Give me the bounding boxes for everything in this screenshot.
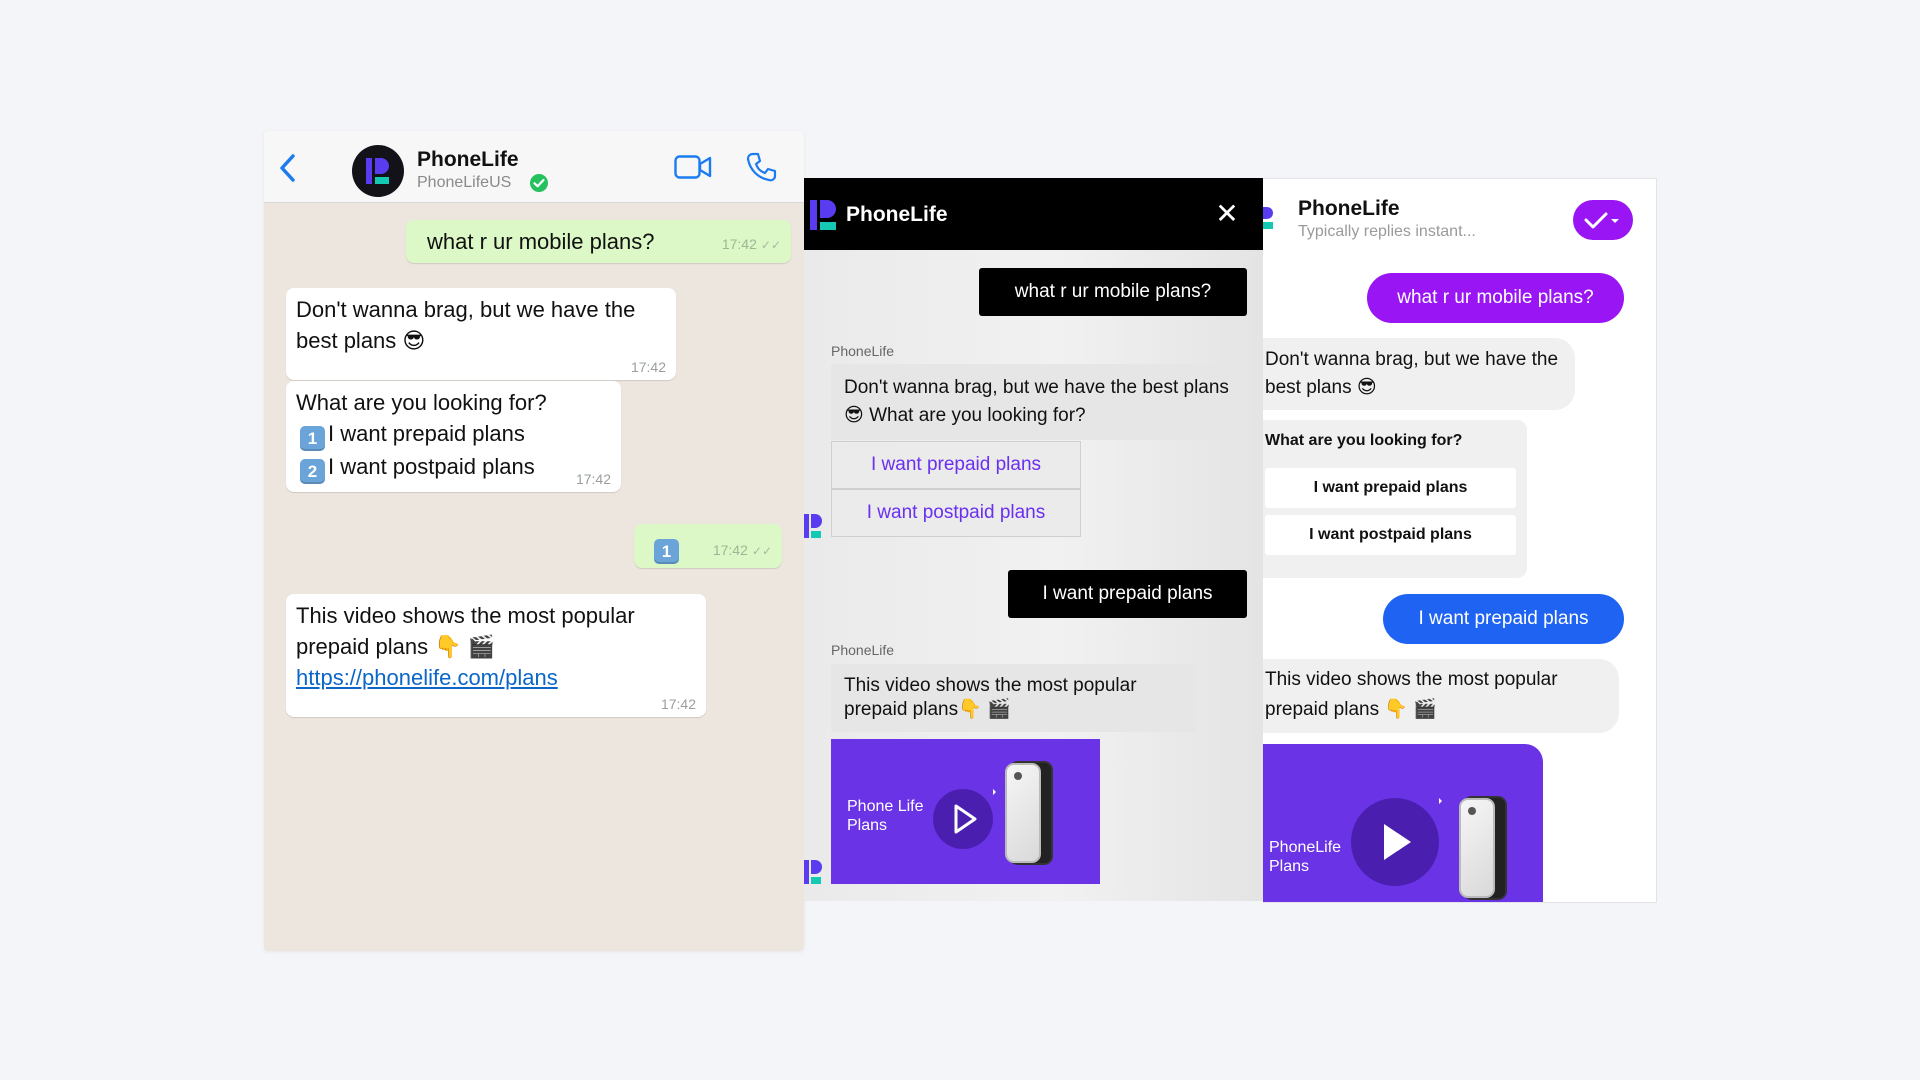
message-time: 17:42	[712, 542, 748, 558]
message-bubble-incoming: What are you looking for? 1I want prepai…	[286, 381, 621, 492]
phone-call-icon[interactable]	[745, 151, 777, 183]
read-ticks-icon: ✓✓	[760, 238, 781, 252]
page-name: PhoneLife	[1298, 197, 1400, 220]
quick-reply-prepaid[interactable]: I want prepaid plans	[831, 441, 1081, 489]
phonelife-logo-icon	[810, 200, 836, 230]
bot-message: This video shows the most popular prepai…	[831, 664, 1196, 732]
phonelife-logo-icon	[1263, 207, 1273, 229]
quick-reply-prepaid[interactable]: I want prepaid plans	[1265, 468, 1516, 508]
message-text: what r ur mobile plans?	[427, 229, 655, 254]
question-text: What are you looking for?	[1265, 432, 1463, 449]
whatsapp-header: PhoneLife PhoneLifeUS	[264, 131, 804, 203]
bot-message: Don't wanna brag, but we have the best p…	[1263, 338, 1575, 410]
read-ticks-icon: ✓✓	[751, 544, 772, 558]
avatar[interactable]	[352, 145, 404, 197]
message-time: 17:42	[660, 696, 696, 712]
plans-link[interactable]: https://phonelife.com/plans	[296, 665, 558, 690]
message-time: 17:42	[575, 471, 611, 487]
phone-image	[1459, 798, 1495, 898]
sender-label: PhoneLife	[831, 642, 895, 658]
message-text: What are you looking for?	[296, 390, 547, 415]
video-thumbnail[interactable]: Phone Life Plans	[831, 739, 1100, 884]
check-dropdown-icon	[1584, 212, 1619, 229]
check-dropdown-button[interactable]	[1573, 200, 1633, 240]
keycap-one-icon: 1	[300, 426, 325, 451]
contact-name: PhoneLife	[417, 148, 519, 171]
webchat-header: PhoneLife ✕	[804, 178, 1263, 250]
whatsapp-chat-panel: PhoneLife PhoneLifeUS what r ur mobile p…	[264, 131, 804, 951]
reply-status: Typically replies instant...	[1298, 223, 1476, 240]
message-bubble-outgoing: what r ur mobile plans? 17:42 ✓✓	[406, 220, 791, 263]
user-message: I want prepaid plans	[1008, 570, 1247, 618]
quick-reply-postpaid[interactable]: I want postpaid plans	[831, 489, 1081, 537]
option-text: I want prepaid plans	[328, 421, 525, 446]
webchat-panel: PhoneLife ✕ what r ur mobile plans? Phon…	[804, 178, 1263, 901]
user-message: what r ur mobile plans?	[1367, 273, 1624, 323]
contact-handle: PhoneLifeUS	[417, 174, 512, 191]
phone-image	[1005, 763, 1041, 863]
play-icon[interactable]	[1351, 798, 1442, 886]
close-icon[interactable]: ✕	[1213, 200, 1241, 228]
video-thumbnail[interactable]: PhoneLife Plans	[1263, 744, 1543, 902]
video-call-icon[interactable]	[674, 155, 712, 179]
messenger-panel: PhoneLife Typically replies instant... w…	[1263, 178, 1657, 903]
verified-icon	[530, 174, 548, 192]
user-message: I want prepaid plans	[1383, 594, 1624, 644]
message-text: Don't wanna brag, but we have the best p…	[296, 297, 636, 353]
message-bubble-incoming: Don't wanna brag, but we have the best p…	[286, 288, 676, 380]
phonelife-logo-icon	[366, 158, 389, 184]
message-bubble-incoming: This video shows the most popular prepai…	[286, 594, 706, 717]
play-icon[interactable]	[933, 789, 996, 849]
video-label: PhoneLife	[1269, 839, 1342, 856]
message-time: 17:42	[721, 236, 757, 252]
bot-avatar-icon	[804, 514, 822, 538]
message-text: This video shows the most popular prepai…	[296, 603, 635, 659]
video-label: Phone Life	[847, 798, 924, 815]
keycap-two-icon: 2	[300, 459, 325, 484]
quick-reply-postpaid[interactable]: I want postpaid plans	[1265, 515, 1516, 555]
message-time: 17:42	[630, 359, 666, 375]
message-bubble-outgoing: 1 17:42 ✓✓	[634, 524, 782, 568]
webchat-title: PhoneLife	[846, 203, 948, 226]
user-message: what r ur mobile plans?	[979, 268, 1247, 316]
sender-label: PhoneLife	[831, 343, 895, 359]
back-chevron-icon[interactable]	[276, 153, 300, 183]
bot-message: Don't wanna brag, but we have the best p…	[831, 364, 1247, 440]
bot-avatar-icon	[804, 860, 822, 884]
keycap-one-icon: 1	[654, 539, 679, 564]
bot-message: This video shows the most popular prepai…	[1263, 659, 1619, 733]
option-text: I want postpaid plans	[328, 454, 535, 479]
video-label: Plans	[847, 817, 888, 834]
video-label: Plans	[1269, 858, 1310, 875]
